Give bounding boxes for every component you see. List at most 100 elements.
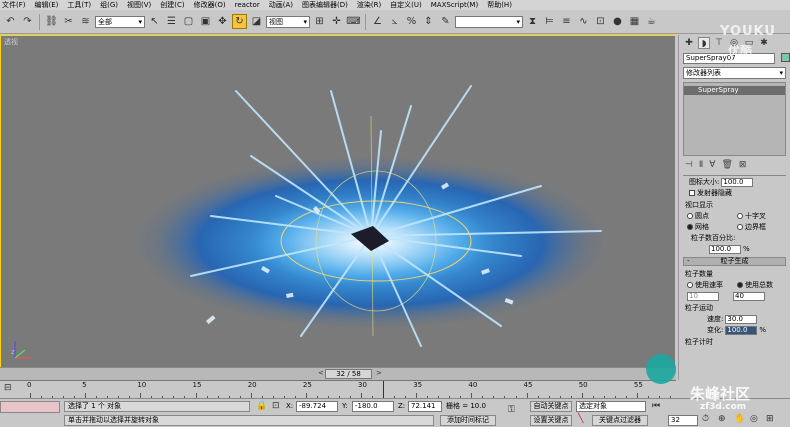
menu-help[interactable]: 帮助(H) [487,0,512,10]
select-move-icon[interactable]: ✥ [215,14,230,29]
rect-selection-icon[interactable]: ▢ [181,14,196,29]
schematic-view-icon[interactable]: ⊡ [593,14,608,29]
z-coordinate-field[interactable]: 72.141 [408,401,442,412]
y-coordinate-field[interactable]: -180.0 [352,401,394,412]
ticks-radio[interactable] [737,213,743,219]
select-rotate-icon[interactable]: ↻ [232,14,247,29]
link-icon[interactable]: ⛓ [44,14,59,29]
icon-size-spinner[interactable]: 100.0 [721,177,754,187]
absolute-mode-icon[interactable]: ⊡ [272,401,280,411]
align-icon[interactable]: ⊨ [542,14,557,29]
menu-graph-editors[interactable]: 图表编辑器(D) [302,0,348,10]
ticks-label: 十字叉 [745,212,766,220]
viewport-label[interactable]: 透视 [4,37,18,47]
layer-manager-icon[interactable]: ≡ [559,14,574,29]
window-crossing-icon[interactable]: ▣ [198,14,213,29]
pivot-center-icon[interactable]: ⊞ [312,14,327,29]
mini-curve-editor-icon[interactable]: ⊟ [4,383,12,393]
show-end-result-icon[interactable]: Ⅱ [699,160,703,170]
pin-stack-icon[interactable]: ⊣ [685,160,693,170]
make-unique-icon[interactable]: ∀ [709,160,715,170]
select-object-icon[interactable]: ↖ [147,14,162,29]
menu-customize[interactable]: 自定义(U) [390,0,422,10]
modifier-stack[interactable]: SuperSpray [683,82,786,156]
particle-generation-rollout-header[interactable]: - 粒子生成 [683,257,786,266]
key-filters-button[interactable]: 关键点过滤器 [592,415,648,426]
menu-create[interactable]: 创建(C) [160,0,184,10]
menu-tools[interactable]: 工具(T) [67,0,91,10]
named-selection-dropdown[interactable] [455,15,523,28]
spinner-snap-icon[interactable]: ⇕ [421,14,436,29]
modify-tab-icon[interactable]: ◗ [698,37,710,49]
emitter-hidden-checkbox[interactable] [689,190,695,196]
manipulate-icon[interactable]: ✛ [329,14,344,29]
object-color-swatch[interactable] [781,53,790,62]
redo-icon[interactable]: ↷ [20,14,35,29]
modifier-list-dropdown[interactable]: 修改器列表 [683,67,786,79]
perspective-viewport[interactable]: z 透视 [0,35,676,380]
mesh-radio[interactable] [687,224,693,230]
bbox-radio[interactable] [737,224,743,230]
configure-sets-icon[interactable]: ⊠ [739,160,747,170]
keyboard-shortcut-icon[interactable]: ⌨ [346,14,361,29]
prev-frame-icon[interactable]: < [318,369,324,377]
menu-views[interactable]: 视图(V) [127,0,151,10]
x-coordinate-field[interactable]: -89.724 [296,401,338,412]
render-icon[interactable]: ☕ [644,14,659,29]
time-slider-thumb[interactable]: 32 / 58 [325,369,372,379]
current-frame-field[interactable]: 32 [668,415,698,426]
percent-spinner[interactable]: 100.0 [709,244,741,254]
menu-animation[interactable]: 动画(A) [269,0,293,10]
menu-rendering[interactable]: 渲染(R) [357,0,381,10]
menu-reactor[interactable]: reactor [235,0,260,10]
rate-spinner[interactable]: 10 [687,291,719,301]
bind-space-warp-icon[interactable]: ≋ [78,14,93,29]
total-spinner[interactable]: 40 [733,291,765,301]
reference-coord-dropdown[interactable]: 视图 [266,15,310,28]
mirror-icon[interactable]: ⧗ [525,14,540,29]
goto-start-icon[interactable]: ⏮ [652,401,660,411]
maximize-viewport-icon[interactable]: ⊞ [766,414,774,424]
use-total-radio[interactable] [737,282,743,288]
dots-radio[interactable] [687,213,693,219]
time-config-icon[interactable]: ⏱ [702,414,709,424]
next-frame-icon[interactable]: > [376,369,382,377]
orbit-icon[interactable]: ◎ [750,414,758,424]
key-filter-dropdown[interactable]: 选定对象 [576,401,646,412]
use-rate-radio[interactable] [687,282,693,288]
menu-file[interactable]: 文件(F) [2,0,26,10]
track-bar[interactable]: ⊟ 0 5 10 15 20 25 30 35 40 45 50 55 [0,380,676,399]
maxscript-listener[interactable] [0,401,60,413]
angle-snap-icon[interactable]: ⦣ [387,14,402,29]
set-key-button[interactable]: 设置关键点 [530,415,572,426]
menu-group[interactable]: 组(G) [100,0,118,10]
variation-spinner[interactable]: 100.0 [725,325,758,335]
time-slider[interactable]: < 32 / 58 > [0,367,676,380]
remove-modifier-icon[interactable]: 🗑 [721,160,732,170]
menu-modifiers[interactable]: 修改器(O) [194,0,226,10]
lock-selection-icon[interactable]: 🔒 [256,401,267,411]
icon-size-row: 图标大小: 100.0 [683,177,786,187]
curve-editor-icon[interactable]: ∿ [576,14,591,29]
select-scale-icon[interactable]: ◪ [249,14,264,29]
current-frame-marker[interactable] [383,381,385,399]
auto-key-button[interactable]: 自动关键点 [530,401,572,412]
unlink-icon[interactable]: ✂ [61,14,76,29]
undo-icon[interactable]: ↶ [3,14,18,29]
create-tab-icon[interactable]: ✚ [683,37,695,49]
menu-maxscript[interactable]: MAXScript(M) [431,0,478,10]
selection-filter-dropdown[interactable]: 全部 [95,15,145,28]
zoom-icon[interactable]: ⊕ [718,414,726,424]
toolbar-divider [365,13,366,30]
select-by-name-icon[interactable]: ☰ [164,14,179,29]
stack-entry-superspray[interactable]: SuperSpray [684,86,785,95]
edit-named-sel-icon[interactable]: ✎ [438,14,453,29]
pan-view-icon[interactable]: ✋ [734,414,745,424]
percent-snap-icon[interactable]: % [404,14,419,29]
snaps-toggle-icon[interactable]: ∠ [370,14,385,29]
render-setup-icon[interactable]: ▦ [627,14,642,29]
add-time-tag-button[interactable]: 添加时间标记 [440,415,496,426]
speed-spinner[interactable]: 30.0 [725,314,758,324]
menu-edit[interactable]: 编辑(E) [35,0,59,10]
material-editor-icon[interactable]: ● [610,14,625,29]
